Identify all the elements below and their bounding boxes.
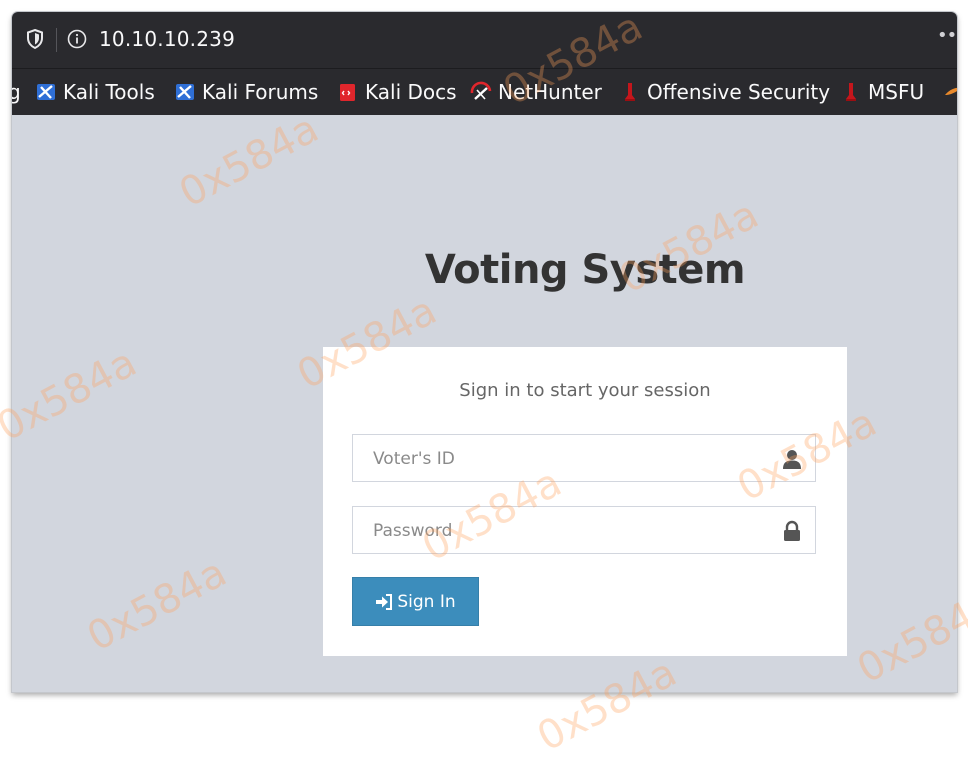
voter-id-field[interactable] <box>352 434 816 483</box>
voter-id-input[interactable] <box>371 435 765 483</box>
kali-docs-icon <box>340 84 355 101</box>
user-icon <box>783 450 801 469</box>
login-box: Sign in to start your session Voter's ID… <box>323 347 847 656</box>
bookmark-label: Kali Tools <box>63 80 155 104</box>
bookmark-offensive-security[interactable]: Offensive Security <box>619 79 830 105</box>
sign-in-label: Sign In <box>397 591 456 612</box>
browser-window: 10.10.10.239 •• g Kali Tools Kali Forums <box>12 12 957 692</box>
offsec-icon <box>625 83 635 101</box>
sign-in-button[interactable]: Sign In <box>352 577 479 626</box>
url-bar[interactable]: 10.10.10.239 •• <box>12 12 957 68</box>
login-box-message: Sign in to start your session <box>459 380 711 401</box>
page-actions-icon[interactable]: •• <box>937 25 957 46</box>
password-input[interactable] <box>371 507 765 555</box>
bookmark-kali-forums[interactable]: Kali Forums <box>174 79 318 105</box>
bookmark-nethunter[interactable]: NetHunter <box>470 79 602 105</box>
bookmark-kali-docs[interactable]: Kali Docs <box>337 79 457 105</box>
bookmark-label: Kali Docs <box>365 80 457 104</box>
url-text[interactable]: 10.10.10.239 <box>99 27 235 51</box>
bookmark-label: NetHunter <box>498 80 602 104</box>
sign-in-icon <box>376 593 393 610</box>
password-field[interactable] <box>352 506 816 555</box>
url-bar-separator <box>56 28 57 52</box>
bookmark-kali-tools[interactable]: Kali Tools <box>35 79 155 105</box>
nethunter-icon <box>470 81 492 100</box>
kali-dragon-icon <box>176 84 194 100</box>
page-title: Voting System <box>424 247 746 293</box>
bookmark-label: MSFU <box>868 80 925 104</box>
exploit-db-icon <box>945 87 957 95</box>
bookmark-msfu[interactable]: MSFU <box>840 79 924 105</box>
tracking-shield-icon[interactable] <box>26 29 44 49</box>
bookmark-label: g <box>12 80 21 104</box>
bookmarks-toolbar: g Kali Tools Kali Forums Kali Docs NetHu… <box>12 68 957 115</box>
login-page: Voting System Sign in to start your sess… <box>12 115 957 692</box>
bookmark-overflow[interactable] <box>942 79 957 105</box>
bookmark-label: Kali Forums <box>202 80 319 104</box>
kali-dragon-icon <box>37 84 55 100</box>
site-info-icon[interactable] <box>67 29 87 49</box>
bookmark-partial[interactable]: g <box>12 79 21 105</box>
lock-icon <box>784 520 800 541</box>
bookmark-label: Offensive Security <box>647 80 831 104</box>
offsec-icon <box>846 83 856 101</box>
